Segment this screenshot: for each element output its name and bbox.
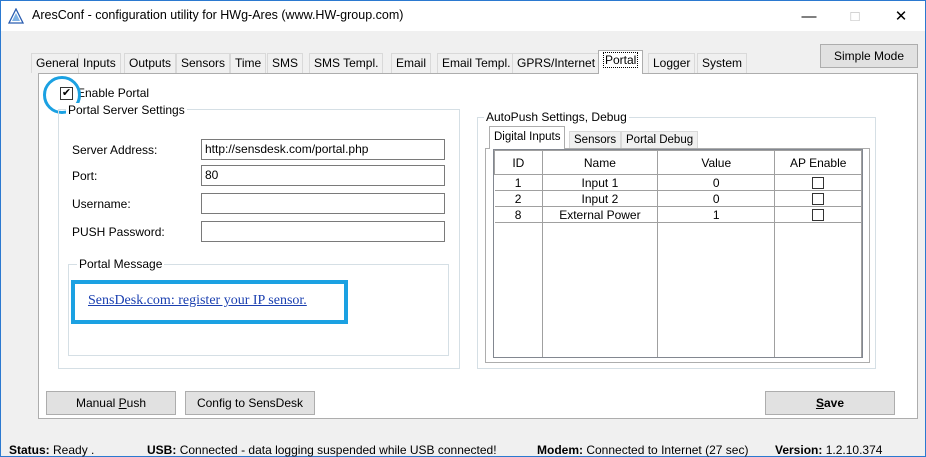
cell-name[interactable]: Input 2	[542, 190, 659, 207]
save-label: ave	[823, 396, 845, 410]
tab-system[interactable]: System	[697, 53, 748, 73]
ap-enable-checkbox[interactable]	[812, 177, 825, 190]
column-header-id[interactable]: ID	[494, 150, 543, 175]
port-label: Port:	[72, 169, 98, 183]
manual-push-label: Manual	[75, 396, 119, 410]
cell-value[interactable]: 1	[657, 206, 776, 223]
save-accel: S	[815, 396, 824, 410]
empty-cell	[774, 222, 862, 357]
cell-id[interactable]: 8	[494, 206, 543, 223]
manual-push-label-rest: ush	[126, 396, 147, 410]
tab-inputs[interactable]: Inputs	[78, 53, 121, 73]
cell-value[interactable]: 0	[657, 190, 776, 207]
modem-label: Modem:	[537, 443, 583, 457]
status-label: Status:	[9, 443, 50, 457]
portal-register-link[interactable]: SensDesk.com: register your IP sensor.	[88, 293, 307, 309]
tab-sms-templ[interactable]: SMS Templ.	[309, 53, 384, 73]
tab-time[interactable]: Time	[230, 53, 267, 73]
username-label: Username:	[72, 197, 131, 211]
tab-autopush-sensors[interactable]: Sensors	[569, 131, 622, 148]
version-section: Version: 1.2.10.374	[775, 443, 882, 457]
server-address-label: Server Address:	[72, 143, 158, 157]
tab-sensors[interactable]: Sensors	[176, 53, 231, 73]
cell-name[interactable]: External Power	[542, 206, 659, 223]
simple-mode-button[interactable]: Simple Mode	[820, 44, 918, 68]
usb-label: USB:	[147, 443, 177, 457]
table-row[interactable]: 8 External Power 1	[494, 206, 862, 223]
cell-ap-enable[interactable]	[774, 190, 862, 207]
version-label: Version:	[775, 443, 823, 457]
tab-sms[interactable]: SMS	[267, 53, 304, 73]
close-button[interactable]: ✕	[878, 1, 924, 31]
column-header-value[interactable]: Value	[657, 150, 776, 175]
username-field[interactable]	[201, 193, 445, 214]
status-section: Status: Ready .	[9, 443, 94, 457]
modem-section: Modem: Connected to Internet (27 sec)	[537, 443, 748, 457]
tab-logger[interactable]: Logger	[648, 53, 696, 73]
empty-cell	[494, 222, 543, 357]
autopush-settings-title: AutoPush Settings, Debug	[484, 110, 629, 124]
table-row[interactable]: 2 Input 2 0	[494, 190, 862, 207]
config-to-sensdesk-button[interactable]: Config to SensDesk	[185, 391, 315, 415]
port-field[interactable]: 80	[201, 165, 445, 186]
tab-general[interactable]: General	[31, 53, 84, 73]
cell-id[interactable]: 2	[494, 190, 543, 207]
digital-inputs-grid[interactable]: ID Name Value AP Enable 1 Input 1 0 2 In…	[493, 149, 863, 358]
tab-gprs-internet[interactable]: GPRS/Internet	[512, 53, 601, 73]
manual-push-accel: P	[118, 396, 127, 410]
column-header-ap-enable[interactable]: AP Enable	[774, 150, 862, 175]
window-title: AresConf - configuration utility for HWg…	[32, 8, 404, 22]
push-password-label: PUSH Password:	[72, 225, 165, 239]
app-warning-icon	[8, 8, 24, 24]
cell-value[interactable]: 0	[657, 174, 776, 191]
tab-email-templ[interactable]: Email Templ.	[437, 53, 516, 73]
tab-email[interactable]: Email	[391, 53, 432, 73]
push-password-field[interactable]	[201, 221, 445, 242]
version-value: 1.2.10.374	[825, 443, 883, 457]
tab-portal-label: Portal	[603, 52, 639, 68]
maximize-button[interactable]: □	[832, 1, 878, 31]
enable-portal-label: Enable Portal	[77, 86, 150, 100]
tab-digital-inputs[interactable]: Digital Inputs	[489, 126, 566, 149]
cell-id[interactable]: 1	[494, 174, 543, 191]
minimize-button[interactable]: —	[786, 1, 832, 31]
column-header-name[interactable]: Name	[541, 150, 659, 175]
server-address-field[interactable]: http://sensdesk.com/portal.php	[201, 139, 445, 160]
grid-table: ID Name Value AP Enable 1 Input 1 0 2 In…	[494, 150, 862, 357]
status-value: Ready .	[53, 443, 95, 457]
ap-enable-checkbox[interactable]	[812, 193, 825, 206]
usb-value: Connected - data logging suspended while…	[179, 443, 497, 457]
table-row[interactable]: 1 Input 1 0	[494, 174, 862, 191]
cell-ap-enable[interactable]	[774, 206, 862, 223]
modem-value: Connected to Internet (27 sec)	[586, 443, 749, 457]
ap-enable-checkbox[interactable]	[812, 209, 825, 222]
empty-cell	[542, 222, 659, 357]
tab-outputs[interactable]: Outputs	[124, 53, 177, 73]
manual-push-button[interactable]: Manual Push	[46, 391, 176, 415]
portal-message-title: Portal Message	[77, 257, 165, 271]
grid-empty-area	[494, 222, 862, 357]
save-button[interactable]: Save	[765, 391, 895, 415]
grid-header-row: ID Name Value AP Enable	[494, 150, 862, 175]
tab-portal-debug[interactable]: Portal Debug	[621, 131, 699, 148]
cell-ap-enable[interactable]	[774, 174, 862, 191]
tab-portal[interactable]: Portal	[598, 50, 644, 74]
empty-cell	[657, 222, 776, 357]
portal-server-settings-title: Portal Server Settings	[66, 103, 187, 117]
cell-name[interactable]: Input 1	[542, 174, 659, 191]
usb-section: USB: Connected - data logging suspended …	[147, 443, 497, 457]
